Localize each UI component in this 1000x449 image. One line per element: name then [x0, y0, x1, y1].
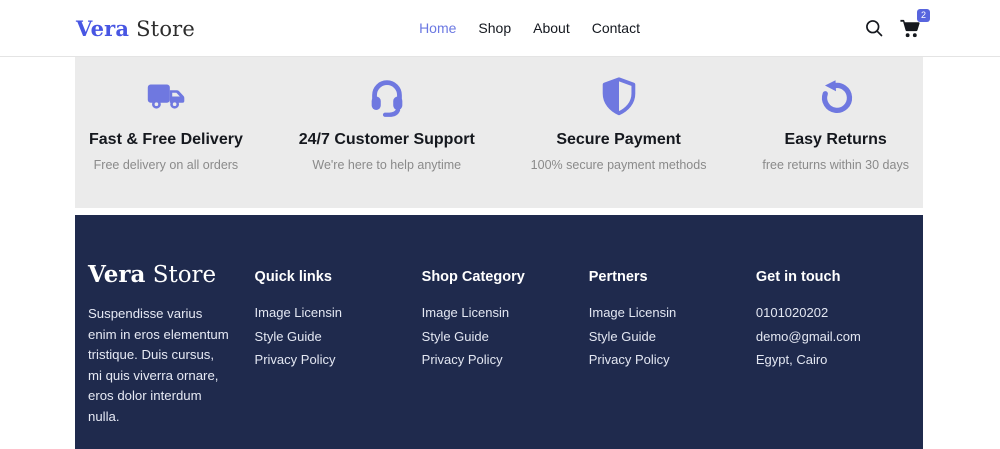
cart-count-badge: 2 — [917, 8, 930, 22]
site-logo[interactable]: Vera Store — [76, 16, 195, 41]
feature-title: Secure Payment — [556, 131, 681, 148]
returns-icon — [821, 80, 852, 113]
footer-link[interactable]: Image Licensin — [255, 305, 422, 320]
footer-link[interactable]: Privacy Policy — [255, 352, 422, 367]
footer-column-heading: Shop Category — [421, 269, 525, 285]
footer-column-heading: Quick links — [254, 269, 332, 285]
footer-description: Suspendisse varius enim in eros elementu… — [88, 306, 229, 424]
footer-link[interactable]: Style Guide — [422, 329, 589, 344]
site-header: Vera Store Home Shop About Contact 2 — [0, 0, 1000, 57]
footer-column-shop-category: Shop Category Image Licensin Style Guide… — [422, 261, 589, 427]
shield-icon — [602, 77, 635, 116]
nav-item-home[interactable]: Home — [419, 20, 456, 36]
feature-support: 24/7 Customer Support We're here to help… — [299, 74, 475, 208]
footer-brand-column: Vera Store Suspendisse varius enim in er… — [88, 261, 231, 427]
feature-subtitle: We're here to help anytime — [312, 158, 462, 172]
footer-link[interactable]: Privacy Policy — [422, 352, 589, 367]
headset-icon — [371, 80, 403, 117]
footer-link[interactable]: Style Guide — [255, 329, 422, 344]
feature-subtitle: free returns within 30 days — [762, 158, 909, 172]
search-icon[interactable] — [864, 18, 884, 38]
feature-title: 24/7 Customer Support — [298, 131, 475, 148]
footer-email[interactable]: demo@gmail.com — [756, 329, 923, 344]
nav-item-contact[interactable]: Contact — [592, 20, 640, 36]
footer-column-heading: Pertners — [588, 269, 648, 285]
nav-item-about[interactable]: About — [533, 20, 570, 36]
header-icons: 2 — [864, 8, 930, 40]
footer-column-get-in-touch: Get in touch 0101020202 demo@gmail.com E… — [756, 261, 923, 427]
feature-subtitle: 100% secure payment methods — [530, 158, 707, 172]
feature-title: Easy Returns — [784, 131, 887, 148]
footer-column-heading: Get in touch — [755, 269, 841, 285]
footer-link[interactable]: Image Licensin — [589, 305, 756, 320]
logo-primary: Vera — [76, 15, 130, 41]
feature-title: Fast & Free Delivery — [89, 131, 243, 148]
feature-delivery: Fast & Free Delivery Free delivery on al… — [89, 74, 243, 208]
feature-secure-payment: Secure Payment 100% secure payment metho… — [530, 74, 707, 208]
footer-logo[interactable]: Vera Store — [88, 261, 231, 288]
footer-logo-secondary: Store — [152, 262, 217, 288]
footer-link[interactable]: Privacy Policy — [589, 352, 756, 367]
footer-logo-primary: Vera — [88, 261, 146, 288]
footer-column-quick-links: Quick links Image Licensin Style Guide P… — [255, 261, 422, 427]
truck-icon — [147, 84, 185, 109]
footer-address: Egypt, Cairo — [755, 352, 828, 367]
footer-phone[interactable]: 0101020202 — [756, 305, 923, 320]
footer-link[interactable]: Image Licensin — [422, 305, 589, 320]
main-nav: Home Shop About Contact — [419, 20, 640, 36]
feature-returns: Easy Returns free returns within 30 days — [762, 74, 909, 208]
features-strip: Fast & Free Delivery Free delivery on al… — [75, 57, 923, 208]
footer-column-partners: Pertners Image Licensin Style Guide Priv… — [589, 261, 756, 427]
footer-link[interactable]: Style Guide — [589, 329, 756, 344]
feature-subtitle: Free delivery on all orders — [93, 158, 239, 172]
nav-item-shop[interactable]: Shop — [478, 20, 511, 36]
logo-secondary: Store — [136, 16, 196, 41]
section-divider — [75, 208, 923, 215]
cart-icon[interactable]: 2 — [899, 8, 930, 40]
site-footer: Vera Store Suspendisse varius enim in er… — [75, 215, 923, 449]
